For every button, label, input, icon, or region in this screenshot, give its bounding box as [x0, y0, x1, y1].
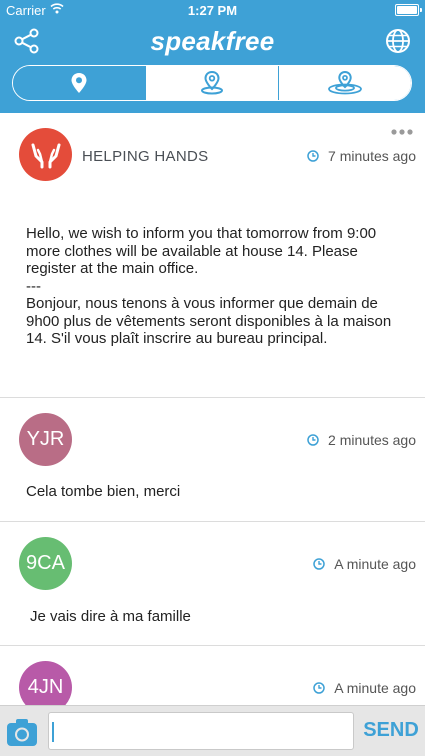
tab-location[interactable] — [13, 66, 145, 100]
post-text: Cela tombe bien, merci — [26, 483, 181, 500]
clock-icon — [307, 434, 319, 446]
globe-icon[interactable] — [385, 28, 411, 54]
battery-icon — [395, 4, 422, 16]
message-input[interactable] — [48, 712, 354, 750]
avatar[interactable]: 4JN — [19, 661, 72, 705]
feed-post[interactable]: HELPING HANDS 7 minutes ago Hello, we wi… — [0, 113, 425, 398]
helping-hands-icon — [31, 143, 60, 168]
avatar[interactable] — [19, 128, 72, 181]
feed-post[interactable]: 9CA A minute ago Je vais dire à ma famil… — [0, 522, 425, 646]
post-time: 2 minutes ago — [307, 432, 416, 448]
wide-area-location-icon — [328, 71, 362, 95]
feed-post[interactable]: YJR 2 minutes ago Cela tombe bien, merci — [0, 398, 425, 522]
feed-post[interactable]: 4JN A minute ago — [0, 646, 425, 705]
location-scope-tabs — [12, 65, 412, 101]
post-text: Je vais dire à ma famille — [30, 608, 191, 625]
clock-icon — [313, 682, 326, 694]
nearby-location-icon — [201, 71, 223, 95]
post-time-label: A minute ago — [334, 680, 416, 696]
more-options-icon[interactable] — [391, 129, 413, 135]
avatar[interactable]: 9CA — [19, 537, 72, 590]
app-title: speakfree — [150, 26, 275, 56]
message-feed[interactable]: HELPING HANDS 7 minutes ago Hello, we wi… — [0, 113, 425, 705]
send-button[interactable]: SEND — [362, 719, 420, 742]
status-bar: Carrier 1:27 PM — [0, 0, 425, 22]
status-time: 1:27 PM — [187, 3, 238, 18]
post-time: A minute ago — [313, 556, 416, 572]
clock-icon — [313, 558, 326, 570]
post-time-label: 7 minutes ago — [328, 148, 416, 164]
post-time-label: 2 minutes ago — [328, 432, 416, 448]
camera-icon[interactable] — [6, 717, 38, 747]
post-time-label: A minute ago — [334, 556, 416, 572]
post-text: Hello, we wish to inform you that tomorr… — [26, 225, 392, 347]
avatar[interactable]: YJR — [19, 413, 72, 466]
text-cursor — [52, 722, 54, 742]
post-time: 7 minutes ago — [307, 148, 416, 164]
post-time: A minute ago — [313, 680, 416, 696]
clock-icon — [307, 150, 319, 162]
message-composer: SEND — [0, 705, 425, 756]
app-header: Carrier 1:27 PM speakfree — [0, 0, 425, 113]
post-author: HELPING HANDS — [82, 148, 209, 165]
tab-wide-area[interactable] — [278, 66, 411, 100]
tab-nearby[interactable] — [145, 66, 278, 100]
location-pin-icon — [71, 73, 87, 93]
